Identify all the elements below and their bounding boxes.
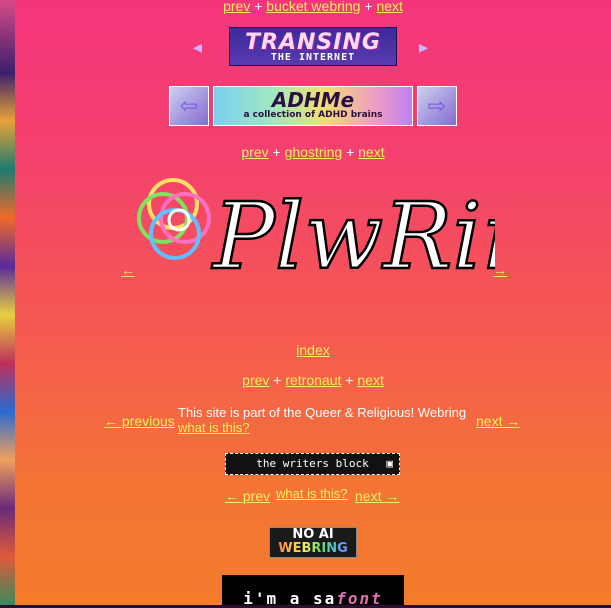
- plwring-prev-arrow[interactable]: ←: [121, 262, 135, 278]
- queer-what-link[interactable]: what is this?: [178, 420, 250, 435]
- separator: +: [364, 0, 373, 14]
- adhd-banner[interactable]: ADHMe a collection of ADHD brains: [213, 86, 413, 126]
- ghostring-link[interactable]: ghostring: [285, 144, 343, 160]
- queer-webring-description: This site is part of the Queer & Religio…: [178, 405, 467, 420]
- bucket-prev-link[interactable]: prev: [223, 0, 250, 14]
- transing-next-arrow-icon[interactable]: ▸: [419, 37, 428, 58]
- safont-italic: font: [336, 589, 383, 608]
- separator: +: [345, 372, 354, 388]
- webring-page: prev + bucket webring + next ◂ TRANSING …: [15, 0, 611, 608]
- ghostring-nav: prev + ghostring + next: [15, 144, 611, 160]
- writers-next-link[interactable]: next →: [355, 488, 399, 504]
- writers-block-banner[interactable]: the writers block ▣: [225, 453, 400, 475]
- writers-what-link[interactable]: what is this?: [276, 486, 348, 501]
- ghostring-next-link[interactable]: next: [358, 144, 384, 160]
- queer-webring-text: This site is part of the Queer & Religio…: [178, 405, 466, 435]
- adhd-next-button[interactable]: ⇨: [417, 86, 457, 126]
- bucket-webring-nav: prev + bucket webring + next: [15, 0, 611, 14]
- queer-previous-link[interactable]: ← previous: [104, 413, 175, 429]
- no-ai-webring-label: WEBRING: [270, 542, 356, 556]
- separator: +: [272, 144, 281, 160]
- no-ai-label: NO AI: [292, 527, 334, 542]
- swirl-edge-decoration: [0, 0, 15, 605]
- retronaut-nav: prev + retronaut + next: [15, 372, 611, 388]
- retronaut-prev-link[interactable]: prev: [242, 372, 269, 388]
- writers-prev-link[interactable]: ← prev: [225, 488, 270, 504]
- arrow-right-icon: ⇨: [427, 93, 447, 118]
- transing-banner[interactable]: TRANSING THE INTERNET: [229, 27, 397, 66]
- ghostring-prev-link[interactable]: prev: [241, 144, 268, 160]
- computer-icon: ▣: [386, 457, 393, 470]
- retronaut-link[interactable]: retronaut: [285, 372, 341, 388]
- bucket-next-link[interactable]: next: [376, 0, 402, 14]
- plwring-logo[interactable]: PlwRing: [135, 176, 495, 342]
- arrow-left-icon: ⇦: [179, 93, 199, 118]
- plwring-index-row: index: [15, 342, 611, 358]
- safont-prefix: i'm a sa: [243, 589, 337, 608]
- safont-banner[interactable]: i'm a safont: [222, 575, 404, 608]
- plwring-logo-text: PlwRing: [211, 183, 495, 290]
- queer-next-link[interactable]: next →: [476, 413, 520, 429]
- writers-block-label: the writers block: [256, 457, 369, 470]
- plwring-next-arrow[interactable]: →: [493, 262, 507, 278]
- separator: +: [254, 0, 263, 14]
- adhd-prev-button[interactable]: ⇦: [169, 86, 209, 126]
- adhd-subtitle: a collection of ADHD brains: [243, 110, 383, 120]
- adhd-title: ADHMe: [271, 88, 355, 112]
- transing-prev-arrow-icon[interactable]: ◂: [193, 37, 202, 58]
- separator: +: [273, 372, 282, 388]
- bucket-webring-link[interactable]: bucket webring: [266, 0, 360, 14]
- plwring-index-link[interactable]: index: [296, 342, 329, 358]
- no-ai-webring-badge[interactable]: NO AI WEBRING: [269, 527, 357, 558]
- separator: +: [346, 144, 355, 160]
- retronaut-next-link[interactable]: next: [357, 372, 383, 388]
